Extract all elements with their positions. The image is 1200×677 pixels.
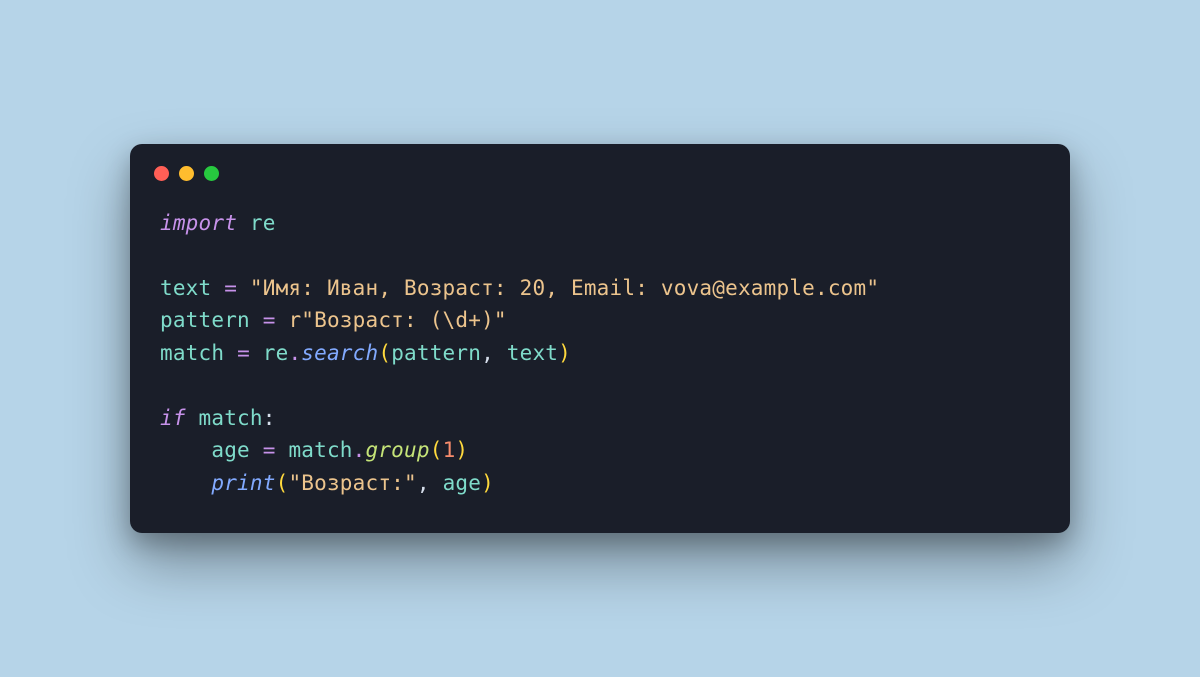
code-content: import re text = "Имя: Иван, Возраст: 20… [130,193,1070,534]
code-token: group [366,438,430,462]
code-token [237,276,250,300]
code-token [250,308,263,332]
code-token [211,276,224,300]
maximize-icon[interactable] [204,166,219,181]
code-token: , [481,341,507,365]
code-token: search [301,341,378,365]
code-line [160,369,1040,402]
code-token: = [237,341,250,365]
code-token: "Имя: Иван, Возраст: 20, Email: vova@exa… [250,276,879,300]
code-token: ( [378,341,391,365]
window-titlebar [130,144,1070,193]
code-token: match [288,438,352,462]
code-token: = [263,438,276,462]
code-token: ( [276,471,289,495]
code-token: ) [455,438,468,462]
code-token: pattern [160,308,250,332]
code-token [276,438,289,462]
code-token: , [417,471,443,495]
code-token: ( [430,438,443,462]
code-token: pattern [391,341,481,365]
code-line: print("Возраст:", age) [160,467,1040,500]
code-token: = [263,308,276,332]
code-token: : [263,406,276,430]
code-line: age = match.group(1) [160,434,1040,467]
code-token: text [160,276,211,300]
code-token: ) [558,341,571,365]
code-token [250,341,263,365]
code-line: text = "Имя: Иван, Возраст: 20, Email: v… [160,272,1040,305]
code-token: age [211,438,250,462]
code-line: if match: [160,402,1040,435]
code-token: r"Возраст: (\d+)" [288,308,506,332]
code-token: if [160,406,186,430]
code-token: . [288,341,301,365]
code-token: text [507,341,558,365]
code-token: re [263,341,289,365]
code-token [224,341,237,365]
code-token [160,471,211,495]
code-line [160,239,1040,272]
minimize-icon[interactable] [179,166,194,181]
code-token: re [250,211,276,235]
close-icon[interactable] [154,166,169,181]
code-window: import re text = "Имя: Иван, Возраст: 20… [130,144,1070,534]
code-token: import [160,211,237,235]
code-token: age [443,471,482,495]
code-token: match [160,341,224,365]
code-token: 1 [443,438,456,462]
code-line: import re [160,207,1040,240]
code-token [186,406,199,430]
code-token: print [211,471,275,495]
code-token: "Возраст:" [288,471,416,495]
code-token: . [353,438,366,462]
code-line: match = re.search(pattern, text) [160,337,1040,370]
code-line: pattern = r"Возраст: (\d+)" [160,304,1040,337]
code-token: match [199,406,263,430]
code-token [276,308,289,332]
code-token: = [224,276,237,300]
code-token [160,438,211,462]
code-token: ) [481,471,494,495]
code-token [250,438,263,462]
code-token [237,211,250,235]
